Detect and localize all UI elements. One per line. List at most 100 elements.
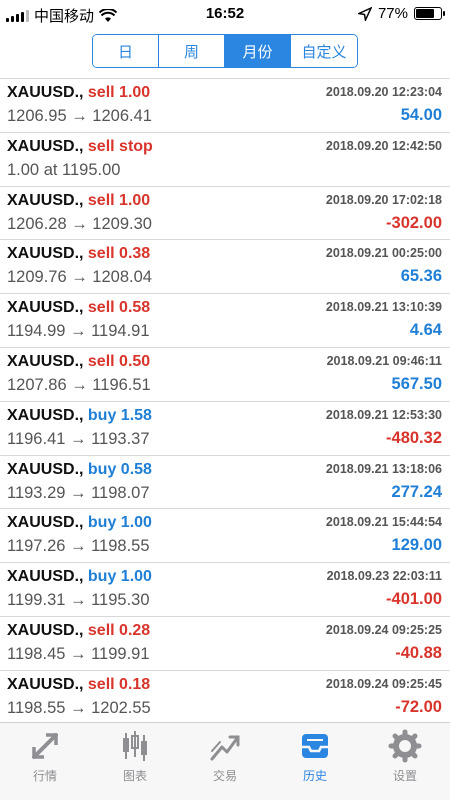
trade-action: buy 1.00 <box>87 568 152 586</box>
trade-action: sell 0.28 <box>87 621 151 639</box>
trade-action: sell 1.00 <box>87 191 151 209</box>
tab-trade[interactable]: 交易 <box>180 723 270 800</box>
tab-chart[interactable]: 图表 <box>90 723 180 800</box>
trade-date: 2018.09.21 00:25:00 <box>325 246 442 261</box>
trade-action: sell 1.00 <box>87 84 151 101</box>
trade-prices: 1196.41 → 1193.37 <box>7 429 150 448</box>
trade-symbol: XAUUSD., <box>7 191 88 209</box>
chart-icon <box>123 731 147 761</box>
trade-action: sell 0.50 <box>87 352 151 370</box>
trade-title: XAUUSD., buy 1.00 <box>7 568 152 586</box>
trade-row[interactable]: XAUUSD., sell stop 2018.09.20 12:42:50 1.0… <box>0 133 450 187</box>
quotes-icon <box>32 733 58 759</box>
trade-profit: -40.88 <box>395 643 442 662</box>
trade-date: 2018.09.24 09:25:45 <box>325 676 442 691</box>
trade-history-list[interactable]: XAUUSD., sell 1.00 2018.09.20 12:23:04 120… <box>0 78 450 723</box>
trade-prices: 1198.45 → 1199.91 <box>7 644 150 663</box>
trade-symbol: XAUUSD., <box>7 568 88 586</box>
trade-prices: 1198.55 → 1202.55 <box>7 698 151 717</box>
trade-symbol: XAUUSD., <box>7 460 88 478</box>
trade-title: XAUUSD., sell 1.00 <box>7 192 150 210</box>
trade-row[interactable]: XAUUSD., sell 0.28 2018.09.24 09:25:25 119… <box>0 617 450 671</box>
trade-title: XAUUSD., sell 0.58 <box>7 299 150 317</box>
trade-symbol: XAUUSD., <box>7 245 88 263</box>
trade-date: 2018.09.21 09:46:11 <box>326 353 442 368</box>
trade-prices: 1193.29 → 1198.07 <box>7 483 150 502</box>
trade-title: XAUUSD., sell 0.18 <box>7 676 150 694</box>
trade-profit: 129.00 <box>391 536 442 555</box>
trade-profit: -72.00 <box>395 697 442 716</box>
trade-row[interactable]: XAUUSD., sell 0.50 2018.09.21 09:46:11 120… <box>0 348 450 402</box>
trade-symbol: XAUUSD., <box>7 675 88 693</box>
battery-icon <box>414 7 445 20</box>
period-segmented-control: 日周月份 自定义 <box>92 34 358 68</box>
tab-label: 历史 <box>302 769 327 783</box>
bottom-tab-bar: 行情 图表 交易 历史 设置 <box>0 722 450 800</box>
status-bar: 中国移动 16:52 77% <box>0 0 450 28</box>
segment-3[interactable]: 自定义 <box>291 35 357 67</box>
trade-row[interactable]: XAUUSD., sell 1.00 2018.09.20 17:02:18 120… <box>0 187 450 241</box>
trade-row[interactable]: XAUUSD., buy 1.00 2018.09.21 15:44:54 1197… <box>0 509 450 564</box>
trade-prices: 1197.26 → 1198.55 <box>7 537 150 556</box>
trade-action: buy 1.58 <box>87 406 152 424</box>
trade-profit: 54.00 <box>400 106 442 124</box>
battery-percent: 77% <box>377 5 408 22</box>
trade-action: buy 0.58 <box>87 460 152 478</box>
trade-row[interactable]: XAUUSD., buy 1.58 2018.09.21 12:53:30 1196… <box>0 402 450 456</box>
segment-1[interactable]: 周 <box>159 35 225 67</box>
gear-icon <box>388 729 422 763</box>
location-arrow-icon <box>357 6 372 21</box>
tab-history[interactable]: 历史 <box>270 723 360 800</box>
tab-label: 图表 <box>122 769 147 783</box>
trade-profit: -401.00 <box>386 590 442 609</box>
period-selector: 日周月份 自定义 <box>0 34 450 74</box>
trade-prices: 1206.95 → 1206.41 <box>7 107 152 125</box>
tab-gear[interactable]: 设置 <box>360 723 450 800</box>
trade-prices: 1.00 at 1195.00 <box>7 160 121 179</box>
trade-symbol: XAUUSD., <box>7 406 88 424</box>
status-right: 77% <box>357 5 445 22</box>
trade-profit: 4.64 <box>409 321 442 340</box>
trade-action: sell 0.38 <box>87 245 151 263</box>
trade-row[interactable]: XAUUSD., sell 0.58 2018.09.21 13:10:39 119… <box>0 294 450 348</box>
trade-date: 2018.09.20 12:42:50 <box>325 138 442 153</box>
trade-action: sell 0.18 <box>87 675 151 693</box>
trade-prices: 1206.28 → 1209.30 <box>7 214 152 233</box>
trade-profit: 567.50 <box>391 374 442 393</box>
trade-title: XAUUSD., buy 1.58 <box>7 407 152 425</box>
trade-row[interactable]: XAUUSD., sell 0.18 2018.09.24 09:25:45 119… <box>0 671 450 723</box>
trade-date: 2018.09.21 12:53:30 <box>325 407 442 422</box>
tab-label: 行情 <box>32 769 57 783</box>
tab-quotes[interactable]: 行情 <box>0 723 90 800</box>
trade-date: 2018.09.21 15:44:54 <box>325 515 442 530</box>
trade-date: 2018.09.24 09:25:25 <box>325 622 442 637</box>
trade-title: XAUUSD., buy 0.58 <box>7 461 152 479</box>
trade-date: 2018.09.21 13:18:06 <box>325 461 442 476</box>
trade-prices: 1209.76 → 1208.04 <box>7 268 152 287</box>
trade-date: 2018.09.20 17:02:18 <box>325 192 442 207</box>
trade-profit: -302.00 <box>386 213 442 232</box>
trade-title: XAUUSD., sell 0.28 <box>7 622 150 640</box>
trade-row[interactable]: XAUUSD., buy 0.58 2018.09.21 13:18:06 1193… <box>0 456 450 510</box>
trade-symbol: XAUUSD., <box>7 299 88 317</box>
trade-symbol: XAUUSD., <box>7 514 88 532</box>
trade-prices: 1199.31 → 1195.30 <box>7 591 150 610</box>
trade-row[interactable]: XAUUSD., sell 0.38 2018.09.21 00:25:00 120… <box>0 240 450 295</box>
trade-profit: -480.32 <box>386 428 442 447</box>
trade-symbol: XAUUSD., <box>7 84 88 101</box>
trade-prices: 1194.99 → 1194.91 <box>7 322 150 341</box>
tab-label: 设置 <box>392 769 417 783</box>
segment-2[interactable]: 月份 <box>225 35 291 67</box>
trade-action: buy 1.00 <box>87 514 152 532</box>
trade-symbol: XAUUSD., <box>7 352 88 370</box>
trade-icon <box>210 735 240 761</box>
trade-date: 2018.09.23 22:03:11 <box>326 569 442 584</box>
segment-0[interactable]: 日 <box>93 35 159 67</box>
trade-row[interactable]: XAUUSD., buy 1.00 2018.09.23 22:03:11 1199… <box>0 563 450 617</box>
tab-label: 交易 <box>212 769 237 783</box>
trade-profit: 277.24 <box>391 482 442 501</box>
trade-symbol: XAUUSD., <box>7 137 88 155</box>
trade-title: XAUUSD., sell 1.00 <box>7 84 150 102</box>
trade-row[interactable]: XAUUSD., sell 1.00 2018.09.20 12:23:04 120… <box>0 79 450 133</box>
trade-title: XAUUSD., sell 0.50 <box>7 353 150 371</box>
